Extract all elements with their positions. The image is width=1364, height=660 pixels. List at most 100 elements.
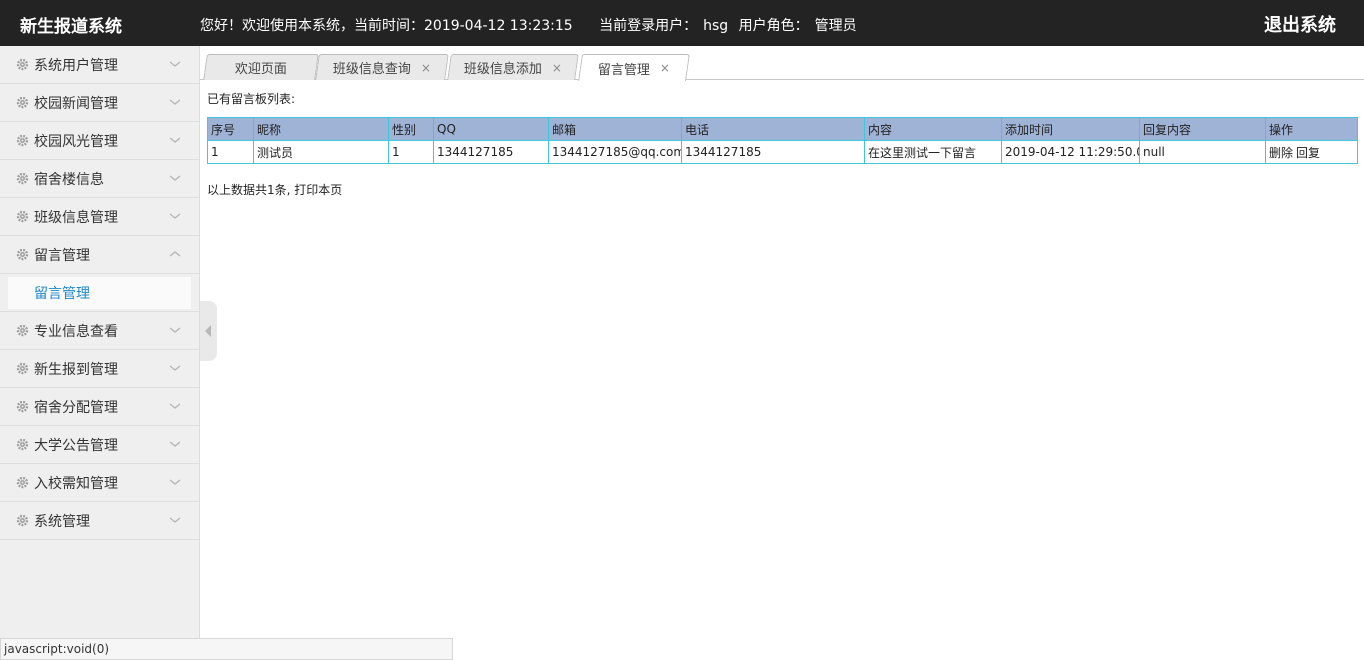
header-info: 您好！欢迎使用本系统，当前时间：2019-04-12 13:23:15 当前登录… (200, 15, 863, 35)
gear-icon (16, 58, 29, 71)
table-cell: 1344127185 (681, 140, 865, 164)
sidebar-item-major-info[interactable]: 专业信息查看 (0, 312, 199, 350)
sidebar-item-system-users[interactable]: 系统用户管理 (0, 46, 199, 84)
gear-icon (16, 134, 29, 147)
sidebar-item-label: 专业信息查看 (34, 323, 118, 340)
app-title: 新生报道系统 (20, 17, 122, 37)
table-header-row: 序号 昵称 性别 QQ 邮箱 电话 内容 添加时间 回复内容 操作 (207, 117, 1358, 141)
gear-icon (16, 438, 29, 451)
gear-icon (16, 248, 29, 261)
sidebar-item-university-announcements[interactable]: 大学公告管理 (0, 426, 199, 464)
table-cell: 1 (388, 140, 434, 164)
close-icon[interactable]: × (552, 61, 562, 75)
table-cell: 1344127185 (433, 140, 549, 164)
gear-icon (16, 400, 29, 413)
tab-message-management[interactable]: 留言管理 × (578, 54, 690, 81)
close-icon[interactable]: × (421, 61, 431, 75)
record-count-text: 以上数据共1条, (207, 183, 291, 197)
reply-link[interactable]: 回复 (1296, 146, 1320, 160)
sidebar-item-enrollment-notice[interactable]: 入校需知管理 (0, 464, 199, 502)
sidebar-item-label: 大学公告管理 (34, 437, 118, 454)
table-actions-cell: 删除 回复 (1265, 140, 1358, 164)
sidebar-item-label: 宿舍分配管理 (34, 399, 118, 416)
column-header: 回复内容 (1139, 117, 1266, 141)
current-username: hsg (703, 18, 729, 34)
tab-label: 留言管理 (597, 62, 650, 78)
chevron-up-icon (169, 251, 181, 257)
column-header: 序号 (207, 117, 254, 141)
column-header: QQ (433, 117, 549, 141)
current-user-label: 当前登录用户： (599, 18, 698, 34)
column-header: 电话 (681, 117, 865, 141)
chevron-down-icon (169, 61, 181, 67)
table-cell: 在这里测试一下留言 (864, 140, 1002, 164)
chevron-down-icon (169, 99, 181, 105)
gear-icon (16, 172, 29, 185)
greeting-text: 您好！欢迎使用本系统，当前时间：2019-04-12 13:23:15 (200, 18, 573, 34)
sidebar-item-label: 系统管理 (34, 513, 90, 530)
table-cell: null (1139, 140, 1266, 164)
gear-icon (16, 210, 29, 223)
gear-icon (16, 476, 29, 489)
user-role-label: 用户角色： (738, 18, 809, 34)
sidebar-item-freshman-registration[interactable]: 新生报到管理 (0, 350, 199, 388)
chevron-down-icon (169, 213, 181, 219)
column-header: 添加时间 (1001, 117, 1140, 141)
column-header: 操作 (1265, 117, 1358, 141)
column-header: 邮箱 (548, 117, 682, 141)
sidebar-item-label: 入校需知管理 (34, 475, 118, 492)
top-header: 新生报道系统 您好！欢迎使用本系统，当前时间：2019-04-12 13:23:… (0, 0, 1364, 46)
tab-class-info-query[interactable]: 班级信息查询 × (315, 54, 449, 80)
browser-status-bar: javascript:void(0) (0, 638, 453, 660)
tab-label: 班级信息查询 (332, 62, 411, 77)
delete-link[interactable]: 删除 (1269, 146, 1293, 160)
table-cell: 1344127185@qq.com (548, 140, 682, 164)
tab-bar: 欢迎页面 班级信息查询 × 班级信息添加 × 留言管理 × (200, 46, 1364, 81)
sidebar-item-messages[interactable]: 留言管理 (0, 236, 199, 274)
sidebar-item-label: 宿舍楼信息 (34, 171, 104, 188)
table-cell: 1 (207, 140, 254, 164)
sidebar-item-class-info[interactable]: 班级信息管理 (0, 198, 199, 236)
table-summary: 以上数据共1条, 打印本页 (207, 181, 342, 198)
sidebar-submenu-messages: 留言管理 (0, 274, 199, 312)
sidebar-collapse-handle[interactable] (200, 301, 217, 361)
tab-label: 班级信息添加 (463, 62, 542, 77)
chevron-down-icon (169, 479, 181, 485)
column-header: 性别 (388, 117, 434, 141)
print-page-link[interactable]: 打印本页 (294, 183, 342, 197)
sidebar-item-label: 留言管理 (34, 247, 90, 264)
chevron-down-icon (169, 403, 181, 409)
column-header: 内容 (864, 117, 1002, 141)
chevron-left-icon (205, 325, 211, 337)
sidebar-item-campus-scenery[interactable]: 校园风光管理 (0, 122, 199, 160)
chevron-down-icon (169, 175, 181, 181)
tab-label: 欢迎页面 (234, 62, 287, 77)
table-row: 1 测试员 1 1344127185 1344127185@qq.com 134… (207, 140, 1358, 164)
table-cell: 2019-04-12 11:29:50.0 (1001, 140, 1140, 164)
gear-icon (16, 324, 29, 337)
sidebar-item-dormitory-allocation[interactable]: 宿舍分配管理 (0, 388, 199, 426)
sidebar-item-label: 新生报到管理 (34, 361, 118, 378)
close-icon[interactable]: × (660, 61, 670, 75)
sidebar-item-label: 校园新闻管理 (34, 95, 118, 112)
tab-welcome[interactable]: 欢迎页面 (203, 54, 319, 80)
chevron-down-icon (169, 517, 181, 523)
sidebar-item-system-management[interactable]: 系统管理 (0, 502, 199, 540)
sidebar-item-label: 班级信息管理 (34, 209, 118, 226)
sidebar-item-label: 系统用户管理 (34, 57, 118, 74)
sidebar-subitem-message-management[interactable]: 留言管理 (8, 277, 191, 309)
sidebar-item-label: 校园风光管理 (34, 133, 118, 150)
logout-button[interactable]: 退出系统 (1264, 11, 1336, 37)
tab-class-info-add[interactable]: 班级信息添加 × (447, 54, 579, 80)
chevron-down-icon (169, 327, 181, 333)
list-title: 已有留言板列表: (207, 92, 296, 106)
sidebar: 系统用户管理 校园新闻管理 校园风光管理 宿舍楼信息 班级信息管理 留言管理 留… (0, 46, 200, 660)
chevron-down-icon (169, 441, 181, 447)
message-table: 序号 昵称 性别 QQ 邮箱 电话 内容 添加时间 回复内容 操作 1 测试员 … (207, 117, 1358, 164)
column-header: 昵称 (253, 117, 389, 141)
sidebar-item-dormitory-info[interactable]: 宿舍楼信息 (0, 160, 199, 198)
chevron-down-icon (169, 365, 181, 371)
gear-icon (16, 514, 29, 527)
sidebar-item-campus-news[interactable]: 校园新闻管理 (0, 84, 199, 122)
gear-icon (16, 96, 29, 109)
